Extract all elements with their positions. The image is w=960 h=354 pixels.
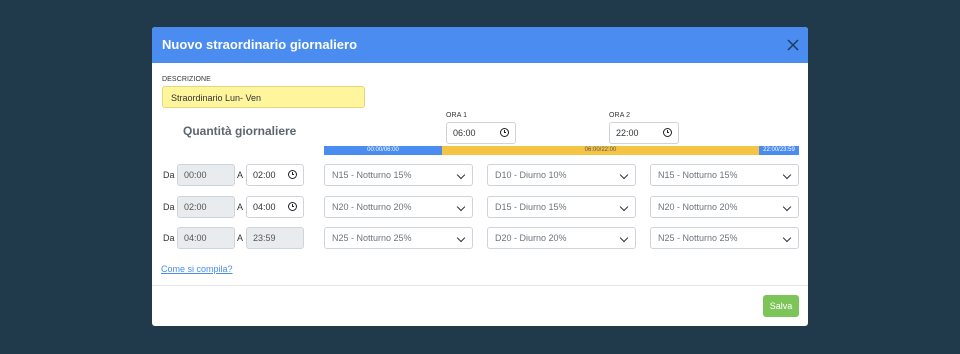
ora2-label: ORA 2 [609, 112, 631, 119]
row-to-input[interactable]: 02:00 [246, 164, 304, 186]
chevron-down-icon [782, 170, 792, 180]
row-from-input: 04:00 [177, 227, 235, 249]
timeline-segment-night-late: 22:00/23:59 [759, 146, 799, 155]
rate-select-2[interactable]: D10 - Diurno 10% [487, 164, 636, 186]
timeline-segment-night-early: 00:00/06:00 [324, 146, 442, 155]
row-a-label: A [237, 202, 244, 212]
ora1-label: ORA 1 [446, 112, 468, 119]
select-value: N15 - Notturno 15% [658, 170, 738, 180]
modal-header: Nuovo straordinario giornaliero [152, 27, 808, 63]
row-da-label: Da [163, 233, 175, 243]
select-value: D10 - Diurno 10% [495, 170, 567, 180]
timeline-segment-day: 06:00/22:00 [442, 146, 759, 155]
select-value: N25 - Notturno 25% [332, 233, 412, 243]
row-from-input: 00:00 [177, 164, 235, 186]
modal-dialog: Nuovo straordinario giornaliero DESCRIZI… [152, 27, 808, 326]
description-label: DESCRIZIONE [162, 76, 211, 83]
ora1-input[interactable]: 06:00 [446, 122, 516, 144]
rate-select-1[interactable]: N15 - Notturno 15% [324, 164, 473, 186]
row-to-value: 04:00 [253, 202, 276, 212]
modal-title: Nuovo straordinario giornaliero [162, 37, 358, 52]
rate-select-1[interactable]: N25 - Notturno 25% [324, 227, 473, 249]
select-value: N15 - Notturno 15% [332, 170, 412, 180]
description-input[interactable]: Straordinario Lun- Ven [162, 86, 365, 108]
rate-select-2[interactable]: D15 - Diurno 15% [487, 196, 636, 218]
row-da-label: Da [163, 202, 175, 212]
save-button[interactable]: Salva [763, 295, 799, 317]
rate-select-3[interactable]: N15 - Notturno 15% [650, 164, 799, 186]
select-value: N25 - Notturno 25% [658, 233, 738, 243]
help-link[interactable]: Come si compila? [161, 264, 233, 274]
rate-select-2[interactable]: D20 - Diurno 20% [487, 227, 636, 249]
row-from-input: 02:00 [177, 196, 235, 218]
row-a-label: A [237, 233, 244, 243]
chevron-down-icon [456, 202, 466, 212]
close-icon[interactable] [786, 38, 800, 52]
select-value: N20 - Notturno 20% [658, 202, 738, 212]
clock-icon[interactable] [288, 202, 297, 211]
ora2-value: 22:00 [616, 128, 639, 138]
ora1-value: 06:00 [453, 128, 476, 138]
select-value: N20 - Notturno 20% [332, 202, 412, 212]
footer-divider [152, 285, 808, 286]
rate-select-3[interactable]: N20 - Notturno 20% [650, 196, 799, 218]
select-value: D15 - Diurno 15% [495, 202, 567, 212]
rate-select-3[interactable]: N25 - Notturno 25% [650, 227, 799, 249]
row-a-label: A [237, 170, 244, 180]
ora2-input[interactable]: 22:00 [609, 122, 679, 144]
clock-icon[interactable] [288, 170, 297, 179]
row-to-value: 02:00 [253, 170, 276, 180]
rate-select-1[interactable]: N20 - Notturno 20% [324, 196, 473, 218]
row-da-label: Da [163, 170, 175, 180]
section-title: Quantità giornaliere [183, 124, 297, 138]
row-to-input[interactable]: 04:00 [246, 196, 304, 218]
clock-icon[interactable] [500, 128, 509, 137]
chevron-down-icon [619, 202, 629, 212]
select-value: D20 - Diurno 20% [495, 233, 567, 243]
chevron-down-icon [782, 233, 792, 243]
chevron-down-icon [782, 202, 792, 212]
chevron-down-icon [456, 170, 466, 180]
row-to-input: 23:59 [246, 227, 304, 249]
clock-icon[interactable] [663, 128, 672, 137]
chevron-down-icon [619, 170, 629, 180]
chevron-down-icon [456, 233, 466, 243]
chevron-down-icon [619, 233, 629, 243]
